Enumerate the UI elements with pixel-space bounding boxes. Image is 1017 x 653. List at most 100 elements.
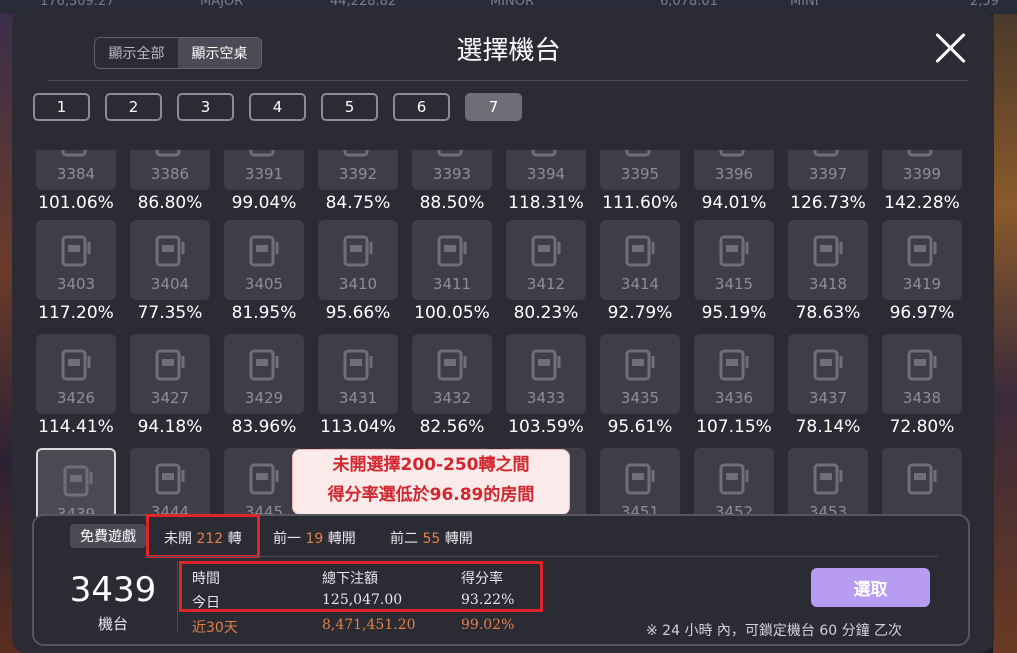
slot-machine-tile[interactable]: 3419: [882, 220, 962, 300]
machine-cell[interactable]: 3438 72.80%: [882, 334, 964, 437]
page-tab[interactable]: 5: [321, 93, 378, 121]
machine-cell[interactable]: 3435 95.61%: [600, 334, 682, 437]
slot-machine-tile[interactable]: 3436: [694, 334, 774, 414]
machine-cell[interactable]: 3411 100.05%: [412, 220, 494, 323]
machine-cell[interactable]: 3431 113.04%: [318, 334, 400, 437]
slot-machine-tile[interactable]: 3395: [600, 150, 680, 190]
machine-cell[interactable]: 3427 94.18%: [130, 334, 212, 437]
machine-cell[interactable]: 3432 82.56%: [412, 334, 494, 437]
slot-machine-tile[interactable]: 3391: [224, 150, 304, 190]
slot-machine-tile[interactable]: 3394: [506, 150, 586, 190]
machine-cell[interactable]: 3439: [36, 448, 118, 518]
slot-machine-tile[interactable]: 3453: [788, 448, 868, 518]
slot-machine-tile[interactable]: 3386: [130, 150, 210, 190]
slot-machine-tile[interactable]: 3452: [694, 448, 774, 518]
machine-cell[interactable]: 3386 86.80%: [130, 150, 212, 213]
slot-machine-tile[interactable]: 3431: [318, 334, 398, 414]
selected-machine-number: 3439: [69, 570, 157, 610]
slot-machine-tile[interactable]: 3437: [788, 334, 868, 414]
slot-machine-tile[interactable]: 3414: [600, 220, 680, 300]
slot-machine-tile[interactable]: 3415: [694, 220, 774, 300]
slot-machine-tile[interactable]: 3393: [412, 150, 492, 190]
machine-cell[interactable]: 3399 142.28%: [882, 150, 964, 213]
machine-cell[interactable]: [882, 448, 964, 518]
machine-cell[interactable]: 3451: [600, 448, 682, 518]
page-tab-active[interactable]: 7: [465, 93, 522, 121]
machine-score-rate: 94.18%: [137, 417, 203, 437]
slot-machine-tile[interactable]: 3427: [130, 334, 210, 414]
slot-machine-icon: [343, 349, 373, 381]
machine-cell[interactable]: 3452: [694, 448, 776, 518]
slot-machine-icon: [719, 150, 745, 157]
machine-cell[interactable]: 3394 118.31%: [506, 150, 588, 213]
machine-cell[interactable]: 3393 88.50%: [412, 150, 494, 213]
machine-cell[interactable]: 3410 95.66%: [318, 220, 400, 323]
slot-machine-tile[interactable]: 3403: [36, 220, 116, 300]
slot-machine-tile[interactable]: 3444: [130, 448, 210, 518]
slot-machine-tile[interactable]: 3418: [788, 220, 868, 300]
slot-machine-tile[interactable]: 3451: [600, 448, 680, 518]
machine-cell[interactable]: 3437 78.14%: [788, 334, 870, 437]
slot-machine-icon: [625, 349, 655, 381]
machine-cell[interactable]: 3453: [788, 448, 870, 518]
machine-cell[interactable]: 3403 117.20%: [36, 220, 118, 323]
machine-cell[interactable]: 3418 78.63%: [788, 220, 870, 323]
page-tab[interactable]: 6: [393, 93, 450, 121]
select-button[interactable]: 選取: [811, 568, 930, 607]
slot-machine-tile[interactable]: [882, 448, 962, 518]
machine-cell[interactable]: 3396 94.01%: [694, 150, 776, 213]
machine-cell[interactable]: 3436 107.15%: [694, 334, 776, 437]
machine-number: 3410: [338, 275, 378, 293]
slot-machine-icon: [249, 150, 275, 157]
slot-machine-tile[interactable]: 3399: [882, 150, 962, 190]
machine-number: 3414: [620, 275, 660, 293]
slot-machine-tile[interactable]: 3405: [224, 220, 304, 300]
slot-machine-tile[interactable]: 3438: [882, 334, 962, 414]
machine-cell[interactable]: 3404 77.35%: [130, 220, 212, 323]
slot-machine-tile[interactable]: 3439: [36, 448, 116, 518]
machine-cell[interactable]: 3426 114.41%: [36, 334, 118, 437]
machine-cell[interactable]: 3392 84.75%: [318, 150, 400, 213]
machine-number: 3435: [620, 389, 660, 407]
slot-machine-icon: [61, 349, 91, 381]
slot-machine-icon: [155, 150, 181, 157]
machine-number: 3394: [526, 165, 566, 183]
machine-cell[interactable]: 3412 80.23%: [506, 220, 588, 323]
slot-machine-icon: [155, 349, 185, 381]
annotation-tip: 未開選擇200-250轉之間 得分率選低於96.89的房間: [292, 449, 570, 515]
slot-machine-tile[interactable]: 3412: [506, 220, 586, 300]
machine-number: 3404: [150, 275, 190, 293]
machine-cell[interactable]: 3433 103.59%: [506, 334, 588, 437]
machine-cell[interactable]: 3419 96.97%: [882, 220, 964, 323]
slot-machine-tile[interactable]: 3396: [694, 150, 774, 190]
slot-machine-tile[interactable]: 3429: [224, 334, 304, 414]
slot-machine-tile[interactable]: 3411: [412, 220, 492, 300]
slot-machine-tile[interactable]: 3404: [130, 220, 210, 300]
slot-machine-tile[interactable]: 3384: [36, 150, 116, 190]
machine-cell[interactable]: 3395 111.60%: [600, 150, 682, 213]
page-tab[interactable]: 2: [105, 93, 162, 121]
machine-cell[interactable]: 3415 95.19%: [694, 220, 776, 323]
machine-number: 3384: [56, 165, 96, 183]
machine-cell[interactable]: 3414 92.79%: [600, 220, 682, 323]
machine-cell[interactable]: 3444: [130, 448, 212, 518]
page-tab[interactable]: 1: [33, 93, 90, 121]
close-icon[interactable]: [932, 30, 968, 66]
slot-machine-tile[interactable]: 3397: [788, 150, 868, 190]
machine-cell[interactable]: 3391 99.04%: [224, 150, 306, 213]
machine-score-rate: 72.80%: [889, 417, 955, 437]
machine-cell[interactable]: 3405 81.95%: [224, 220, 306, 323]
slot-machine-tile[interactable]: 3426: [36, 334, 116, 414]
slot-machine-tile[interactable]: 3432: [412, 334, 492, 414]
machine-score-rate: 88.50%: [419, 193, 485, 213]
slot-machine-tile[interactable]: 3410: [318, 220, 398, 300]
slot-machine-tile[interactable]: 3392: [318, 150, 398, 190]
machine-cell[interactable]: 3397 126.73%: [788, 150, 870, 213]
slot-machine-tile[interactable]: 3433: [506, 334, 586, 414]
page-tab[interactable]: 3: [177, 93, 234, 121]
slot-machine-tile[interactable]: 3435: [600, 334, 680, 414]
machine-score-rate: 95.19%: [701, 303, 767, 323]
machine-cell[interactable]: 3384 101.06%: [36, 150, 118, 213]
page-tab[interactable]: 4: [249, 93, 306, 121]
machine-cell[interactable]: 3429 83.96%: [224, 334, 306, 437]
